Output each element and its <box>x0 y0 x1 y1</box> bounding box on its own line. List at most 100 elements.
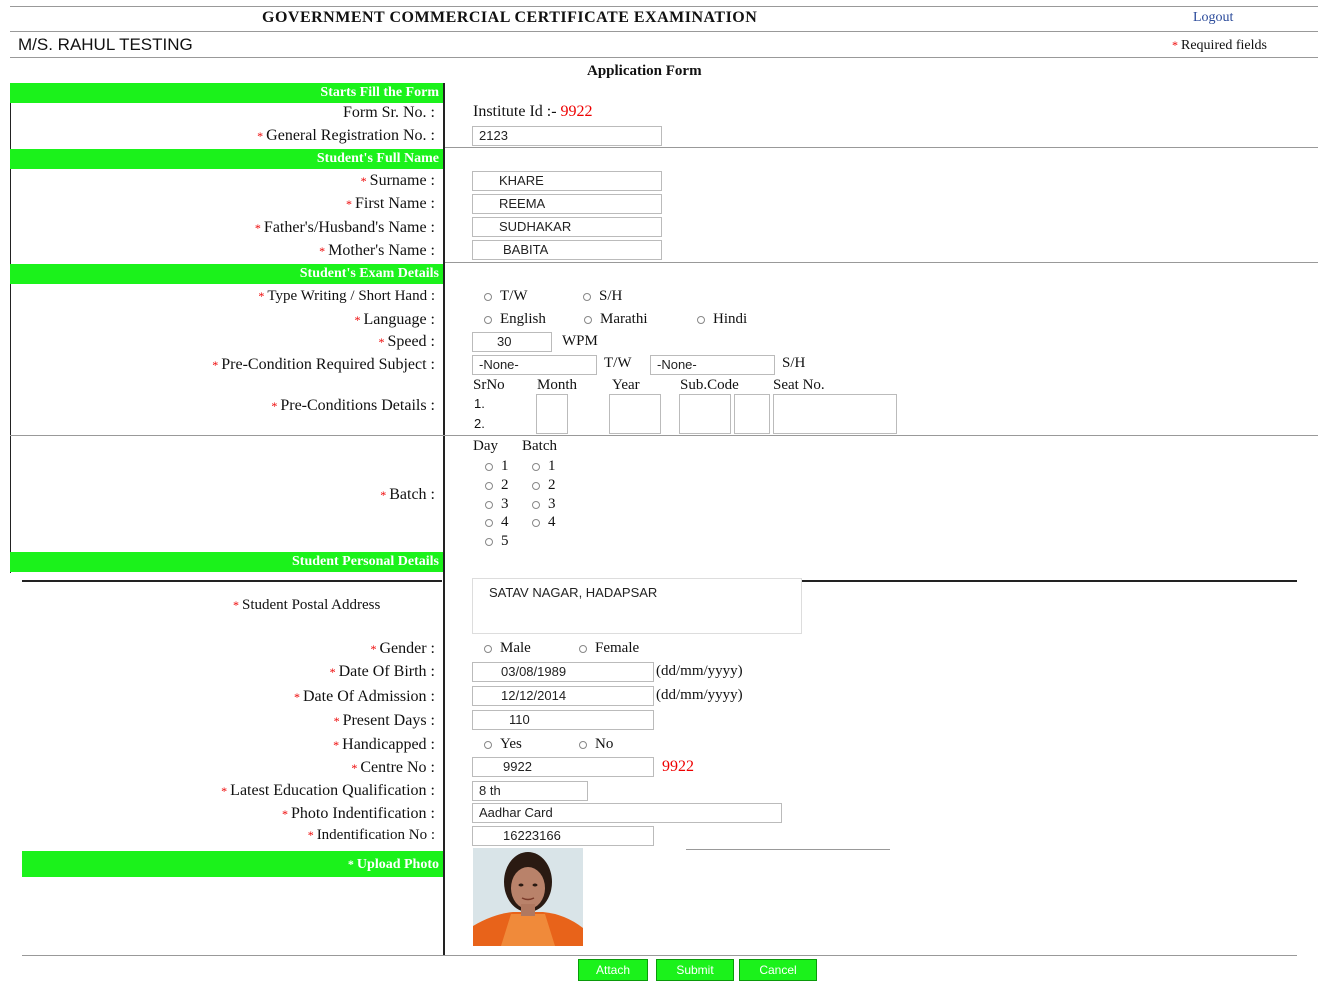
present-days-input[interactable]: 110 <box>472 710 654 730</box>
precond-header-month: Month <box>537 377 578 393</box>
column-divider <box>443 83 445 955</box>
radio-day-1[interactable]: 1 <box>485 458 509 475</box>
radio-day-3[interactable]: 3 <box>485 496 509 513</box>
precond-subject-label: * Pre-Condition Required Subject : <box>212 356 435 373</box>
radio-marathi[interactable]: Marathi <box>584 311 647 328</box>
student-photo-image <box>473 848 583 946</box>
centre-display: 9922 <box>662 758 694 775</box>
radio-batch-4[interactable]: 4 <box>532 514 556 531</box>
first-name-label: * First Name : <box>346 195 435 212</box>
radio-day-2[interactable]: 2 <box>485 477 509 494</box>
precond-tw-label: T/W <box>604 355 632 371</box>
doa-label: * Date Of Admission : <box>294 688 435 705</box>
precond-header-year: Year <box>612 377 640 393</box>
dob-label: * Date Of Birth : <box>329 663 435 680</box>
radio-hindi[interactable]: Hindi <box>697 311 747 328</box>
batch-day-header: Day <box>473 438 498 454</box>
precond-tw-select[interactable]: -None- <box>472 355 597 375</box>
radio-batch-2[interactable]: 2 <box>532 477 556 494</box>
batch-batch-header: Batch <box>522 438 557 454</box>
radio-batch-3[interactable]: 3 <box>532 496 556 513</box>
radio-handicapped-yes[interactable]: Yes <box>484 736 522 753</box>
batch-label: * Batch : <box>380 486 435 503</box>
radio-handicapped-no[interactable]: No <box>579 736 613 753</box>
doa-format: (dd/mm/yyyy) <box>656 687 743 703</box>
divider <box>22 580 442 582</box>
radio-tw[interactable]: T/W <box>484 288 528 305</box>
radio-male[interactable]: Male <box>484 640 531 657</box>
section-exam-header: Student's Exam Details <box>10 264 443 284</box>
photo-id-label: * Photo Indentification : <box>282 805 435 822</box>
speed-unit: WPM <box>562 333 598 349</box>
student-photo <box>473 848 583 946</box>
present-days-label: * Present Days : <box>333 712 435 729</box>
divider <box>686 849 890 850</box>
header-divider <box>10 31 1318 32</box>
dob-input[interactable]: 03/08/1989 <box>472 662 654 682</box>
postal-address-input[interactable]: SATAV NAGAR, HADAPSAR <box>472 578 802 634</box>
section-fullname-header: Student's Full Name <box>10 149 443 169</box>
father-name-input[interactable]: SUDHAKAR <box>472 217 662 237</box>
logout-link[interactable]: Logout <box>1193 10 1233 26</box>
precond-header-subcode: Sub.Code <box>680 377 739 393</box>
centre-input[interactable]: 9922 <box>472 757 654 777</box>
radio-english[interactable]: English <box>484 311 546 328</box>
divider <box>10 435 1318 436</box>
photo-id-input[interactable]: Aadhar Card <box>472 803 782 823</box>
precond-header-srno: SrNo <box>473 377 505 393</box>
father-name-label: * Father's/Husband's Name : <box>254 219 435 236</box>
section-start-header: Starts Fill the Form <box>10 83 443 103</box>
precond-header-seatno: Seat No. <box>773 377 825 393</box>
precond-year-input[interactable] <box>609 394 661 434</box>
section-personal-header: Student Personal Details <box>10 552 443 572</box>
dob-format: (dd/mm/yyyy) <box>656 663 743 679</box>
precond-month-input[interactable] <box>536 394 568 434</box>
surname-label: * Surname : <box>360 172 435 189</box>
gen-reg-label: * General Registration No. : <box>257 127 435 144</box>
subheader-divider <box>10 57 1318 58</box>
doa-input[interactable]: 12/12/2014 <box>472 686 654 706</box>
divider <box>802 580 1297 582</box>
centre-label: * Centre No : <box>351 759 435 776</box>
mother-name-input[interactable]: BABITA <box>472 240 662 260</box>
speed-input[interactable]: 30 <box>472 332 552 352</box>
institute-name: M/S. RAHUL TESTING <box>18 35 193 54</box>
id-no-input[interactable]: 16223166 <box>472 826 654 846</box>
first-name-input[interactable]: REEMA <box>472 194 662 214</box>
radio-day-5[interactable]: 5 <box>485 533 509 550</box>
type-label: * Type Writing / Short Hand : <box>258 288 435 304</box>
education-label: * Latest Education Qualification : <box>221 782 435 799</box>
attach-button[interactable]: Attach <box>578 959 648 981</box>
precond-subcode-input[interactable] <box>679 394 731 434</box>
radio-day-4[interactable]: 4 <box>485 514 509 531</box>
precond-row-1: 1. <box>474 396 485 411</box>
institute-id-text: Institute Id :- 9922 <box>473 103 593 120</box>
precond-seatno-input[interactable] <box>773 394 897 434</box>
precond-sh-label: S/H <box>782 355 806 371</box>
precond-details-label: * Pre-Conditions Details : <box>271 397 435 414</box>
bottom-divider <box>22 955 1297 956</box>
precond-row-2: 2. <box>474 416 485 431</box>
form-title: Application Form <box>587 63 702 79</box>
cancel-button[interactable]: Cancel <box>739 959 817 981</box>
precond-sh-select[interactable]: -None- <box>650 355 775 375</box>
precond-subcode2-input[interactable] <box>734 394 770 434</box>
handicapped-label: * Handicapped : <box>333 736 435 753</box>
submit-button[interactable]: Submit <box>656 959 734 981</box>
section-upload-header: * Upload Photo <box>22 851 443 877</box>
surname-input[interactable]: KHARE <box>472 171 662 191</box>
education-input[interactable]: 8 th <box>472 781 588 801</box>
language-label: * Language : <box>354 311 435 328</box>
radio-sh[interactable]: S/H <box>583 288 622 305</box>
form-sr-label: Form Sr. No. : <box>342 104 435 121</box>
top-border <box>10 6 1318 7</box>
required-fields-note: * Required fields <box>1172 38 1267 53</box>
radio-female[interactable]: Female <box>579 640 639 657</box>
mother-name-label: * Mother's Name : <box>319 242 435 259</box>
page-title: GOVERNMENT COMMERCIAL CERTIFICATE EXAMIN… <box>262 9 758 26</box>
radio-batch-1[interactable]: 1 <box>532 458 556 475</box>
divider <box>445 147 1318 148</box>
gen-reg-input[interactable]: 2123 <box>472 126 662 146</box>
speed-label: * Speed : <box>378 333 435 350</box>
divider <box>445 262 1318 263</box>
